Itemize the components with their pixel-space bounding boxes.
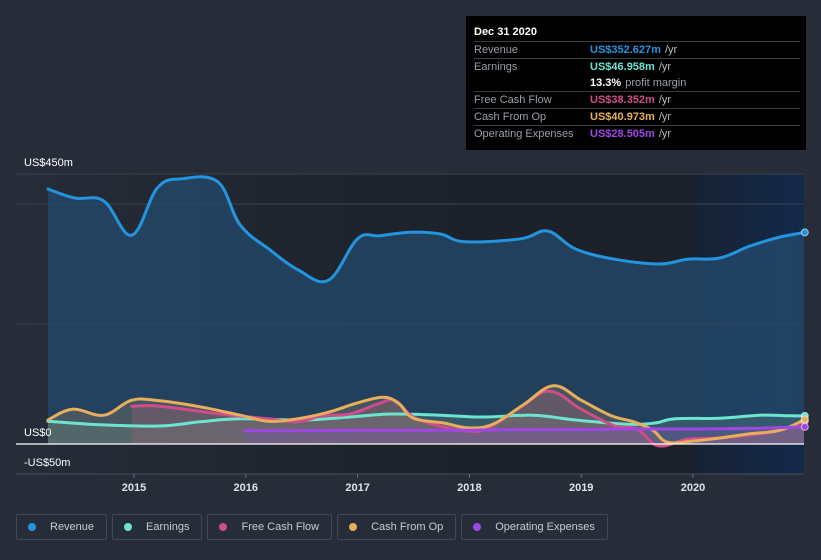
profit-margin-value: 13.3% xyxy=(590,77,622,89)
tooltip: Dec 31 2020 Revenue US$352.627m /yr Earn… xyxy=(466,16,806,150)
x-tick-label: 2015 xyxy=(122,482,146,494)
x-tick-label: 2020 xyxy=(681,482,705,494)
legend-item-free-cash-flow[interactable]: Free Cash Flow xyxy=(207,514,333,540)
tooltip-date: Dec 31 2020 xyxy=(474,26,537,38)
y-tick-label: US$0 xyxy=(24,427,52,439)
tooltip-value: US$38.352m xyxy=(590,94,655,106)
legend-item-earnings[interactable]: Earnings xyxy=(112,514,203,540)
tooltip-label: Operating Expenses xyxy=(474,128,574,140)
legend-item-operating-expenses[interactable]: Operating Expenses xyxy=(461,514,608,540)
operating-expenses-endpoint xyxy=(800,422,809,431)
tooltip-label: Revenue xyxy=(474,44,519,56)
tooltip-label: Free Cash Flow xyxy=(474,94,552,106)
free-cash-flow-dot-icon xyxy=(219,523,228,531)
tooltip-row-operating-expenses: Operating Expenses US$28.505m /yr xyxy=(474,125,800,142)
tooltip-value: US$28.505m xyxy=(590,128,655,140)
tooltip-unit: /yr xyxy=(658,111,672,123)
tooltip-row-cash-from-op: Cash From Op US$40.973m /yr xyxy=(474,108,800,125)
tooltip-unit: /yr xyxy=(658,94,672,106)
cash-from-op-endpoint xyxy=(800,415,809,424)
legend-item-revenue[interactable]: Revenue xyxy=(16,514,108,540)
tooltip-row-profit-margin: 13.3% profit margin xyxy=(474,75,800,91)
tooltip-unit: /yr xyxy=(658,128,672,140)
tooltip-row-earnings: Earnings US$46.958m /yr xyxy=(474,58,800,75)
legend-item-cash-from-op[interactable]: Cash From Op xyxy=(337,514,457,540)
tooltip-value: US$40.973m xyxy=(590,111,655,123)
legend-label: Earnings xyxy=(146,521,190,533)
x-tick-label: 2016 xyxy=(234,482,258,494)
profit-margin-text: profit margin xyxy=(625,77,687,89)
legend-label: Operating Expenses xyxy=(495,521,595,533)
tooltip-unit: /yr xyxy=(664,44,678,56)
x-tick-label: 2018 xyxy=(457,482,481,494)
legend-label: Cash From Op xyxy=(371,521,444,533)
tooltip-label: Earnings xyxy=(474,61,518,73)
tooltip-label xyxy=(474,75,590,91)
x-tick-label: 2019 xyxy=(569,482,593,494)
x-tick-label: 2017 xyxy=(345,482,369,494)
legend-label: Revenue xyxy=(50,521,95,533)
y-tick-label: -US$50m xyxy=(24,457,70,469)
legend-label: Free Cash Flow xyxy=(241,521,320,533)
earnings-dot-icon xyxy=(124,523,133,531)
tooltip-row-free-cash-flow: Free Cash Flow US$38.352m /yr xyxy=(474,91,800,108)
revenue-dot-icon xyxy=(28,523,36,531)
tooltip-value: US$46.958m xyxy=(590,61,655,73)
tooltip-label: Cash From Op xyxy=(474,111,547,123)
cash-from-op-dot-icon xyxy=(349,523,358,531)
revenue-endpoint xyxy=(800,228,809,237)
tooltip-value: US$352.627m xyxy=(590,44,661,56)
y-tick-label: US$450m xyxy=(24,157,73,169)
legend: Revenue Earnings Free Cash Flow Cash Fro… xyxy=(16,514,608,540)
tooltip-unit: /yr xyxy=(658,61,672,73)
operating-expenses-dot-icon xyxy=(473,523,482,531)
tooltip-row-revenue: Revenue US$352.627m /yr xyxy=(474,41,800,58)
